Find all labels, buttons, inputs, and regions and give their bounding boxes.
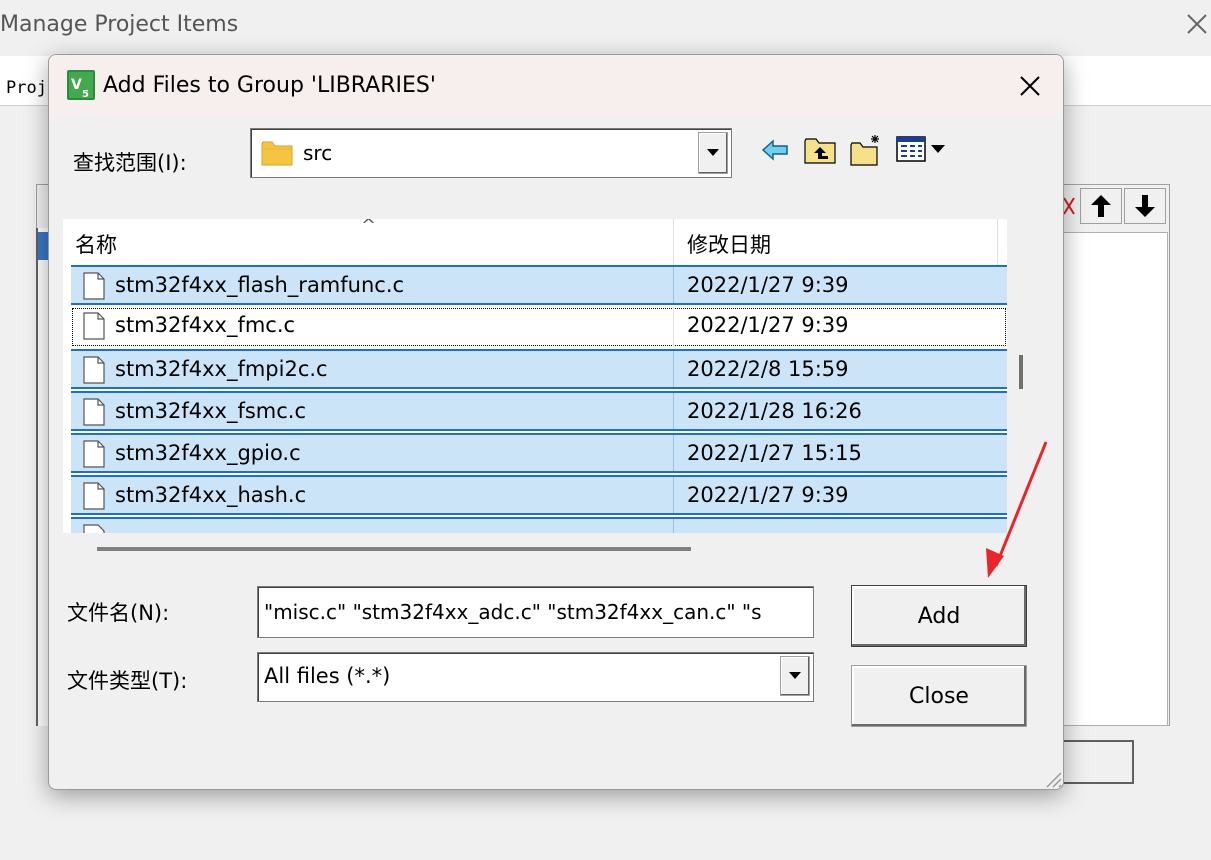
file-name: stm32f4xx_flash_ramfunc.c <box>115 273 405 297</box>
file-name: stm32f4xx_fmpi2c.c <box>115 357 328 381</box>
add-button[interactable]: Add <box>851 585 1027 647</box>
add-files-dialog: V 5 Add Files to Group 'LIBRARIES' 查找范围(… <box>48 54 1064 790</box>
file-date: 2022/2/8 15:59 <box>687 357 849 381</box>
column-header-name[interactable]: 名称 <box>75 229 117 259</box>
file-row[interactable]: stm32f4xx_fmc.c 2022/1/27 9:39 <box>71 307 1007 347</box>
file-row[interactable]: stm32f4xx_hash.c 2022/1/27 9:39 <box>71 475 1007 515</box>
file-date: 2022/1/28 16:26 <box>687 399 862 423</box>
svg-text:5: 5 <box>82 89 89 100</box>
file-icon <box>83 440 105 468</box>
file-icon <box>83 398 105 426</box>
new-folder-icon[interactable] <box>849 133 883 167</box>
back-icon[interactable] <box>759 133 793 167</box>
file-row[interactable]: stm32f4xx_gpio.c 2022/1/27 15:15 <box>71 433 1007 473</box>
file-name: stm32f4xx_gpio.c <box>115 441 301 465</box>
look-in-dropdown[interactable]: src <box>250 128 732 178</box>
chevron-down-icon <box>789 672 801 679</box>
close-icon[interactable] <box>1015 71 1045 101</box>
groups-list-selection <box>38 232 48 260</box>
arrow-up-icon <box>1091 195 1111 217</box>
file-icon <box>83 356 105 384</box>
file-icon <box>83 524 105 533</box>
groups-list[interactable] <box>36 228 48 726</box>
filetype-value: All files (*.*) <box>264 664 391 688</box>
filetype-label: 文件类型(T): <box>67 669 188 693</box>
file-icon <box>83 272 105 300</box>
chevron-down-icon <box>707 149 719 156</box>
dialog-title: Add Files to Group 'LIBRARIES' <box>103 73 436 98</box>
file-row-partial[interactable] <box>71 517 1007 533</box>
file-name: stm32f4xx_fmc.c <box>115 313 296 337</box>
close-button[interactable]: Close <box>851 665 1027 727</box>
svg-text:V: V <box>71 77 82 93</box>
close-icon[interactable] <box>1183 10 1211 38</box>
filename-input[interactable]: "misc.c" "stm32f4xx_adc.c" "stm32f4xx_ca… <box>257 586 814 638</box>
column-divider[interactable] <box>997 219 998 265</box>
file-name: stm32f4xx_fsmc.c <box>115 399 307 423</box>
keil-app-icon: V 5 <box>67 70 95 100</box>
filename-value: "misc.c" "stm32f4xx_adc.c" "stm32f4xx_ca… <box>264 600 762 624</box>
arrow-down-icon <box>1135 195 1155 217</box>
file-row[interactable]: stm32f4xx_flash_ramfunc.c 2022/1/27 9:39 <box>71 265 1007 305</box>
horizontal-scrollbar-thumb[interactable] <box>97 547 691 551</box>
move-down-button[interactable] <box>1124 188 1166 224</box>
look-in-label: 查找范围(I): <box>73 151 187 175</box>
file-date: 2022/1/27 15:15 <box>687 441 862 465</box>
file-date: 2022/1/27 9:39 <box>687 313 849 337</box>
dropdown-arrow-button[interactable] <box>780 656 810 696</box>
project-label-fragment: Proj <box>6 78 47 98</box>
file-name: stm32f4xx_hash.c <box>115 483 307 507</box>
filename-label: 文件名(N): <box>67 601 170 625</box>
look-in-value: src <box>303 141 333 165</box>
resize-grip-icon[interactable] <box>1043 769 1063 789</box>
column-header-date[interactable]: 修改日期 <box>687 229 771 259</box>
up-one-level-icon[interactable] <box>803 133 837 167</box>
move-up-button[interactable] <box>1080 188 1122 224</box>
folder-icon <box>261 139 293 167</box>
dropdown-arrow-button[interactable] <box>698 132 728 174</box>
file-date: 2022/1/27 9:39 <box>687 273 849 297</box>
files-list[interactable] <box>1058 232 1168 726</box>
view-menu-icon[interactable] <box>895 133 955 167</box>
file-list[interactable]: ^ 名称 修改日期 stm32f4xx_flash_ramfunc.c 2022… <box>63 219 1007 533</box>
window-title: Manage Project Items <box>0 12 239 37</box>
file-row[interactable]: stm32f4xx_fmpi2c.c 2022/2/8 15:59 <box>71 349 1007 389</box>
file-row[interactable]: stm32f4xx_fsmc.c 2022/1/28 16:26 <box>71 391 1007 431</box>
file-icon <box>83 482 105 510</box>
background-button[interactable] <box>1060 740 1134 784</box>
filetype-dropdown[interactable]: All files (*.*) <box>257 652 814 702</box>
file-date: 2022/1/27 9:39 <box>687 483 849 507</box>
file-icon <box>83 312 105 340</box>
dialog-titlebar[interactable]: V 5 Add Files to Group 'LIBRARIES' <box>49 55 1063 115</box>
vertical-scrollbar-thumb[interactable] <box>1019 355 1023 389</box>
sort-ascending-icon: ^ <box>361 219 377 236</box>
column-header: ^ 名称 修改日期 <box>63 219 1007 265</box>
column-divider[interactable] <box>673 219 674 265</box>
